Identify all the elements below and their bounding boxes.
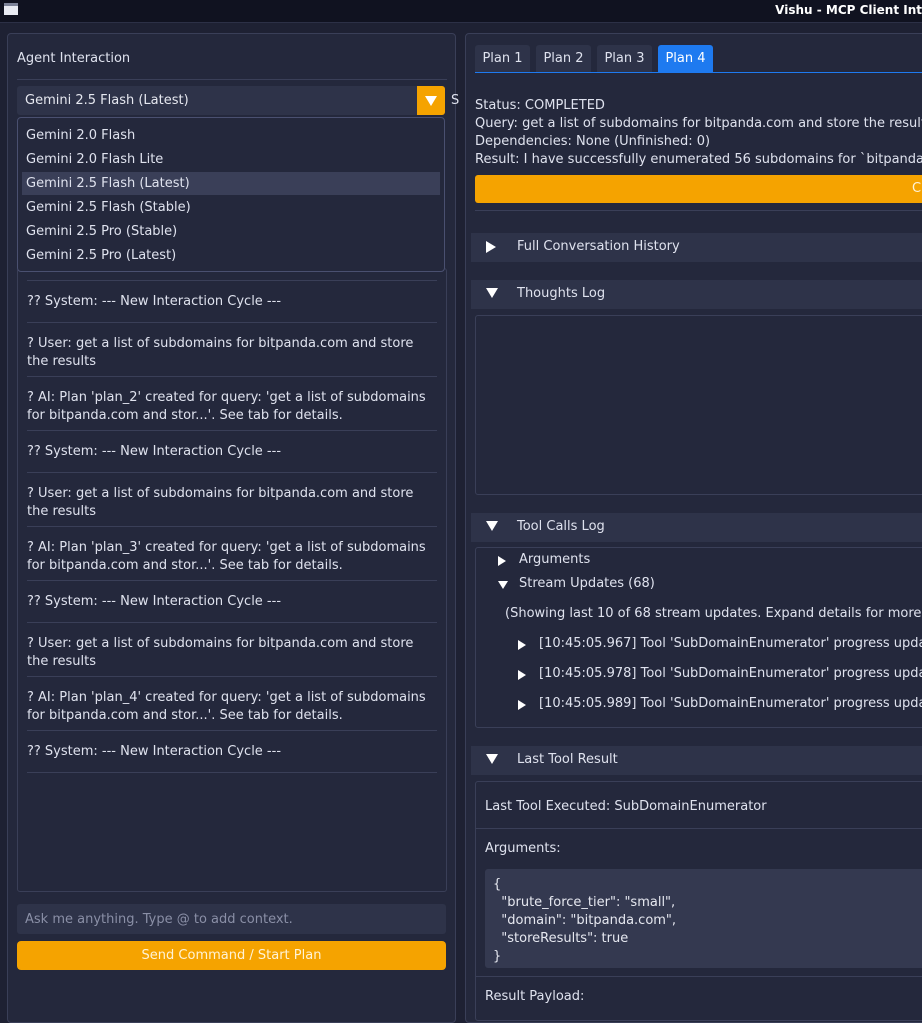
panel-title: Agent Interaction xyxy=(17,51,131,66)
triangle-right-icon xyxy=(486,241,496,253)
stream-update-item[interactable]: [10:45:05.978] Tool 'SubDomainEnumerator… xyxy=(518,666,922,681)
divider xyxy=(475,210,922,211)
chevron-down-icon xyxy=(425,96,437,106)
tab-plan-3[interactable]: Plan 3 xyxy=(597,45,652,73)
chat-message: ? AI: Plan 'plan_2' created for query: '… xyxy=(27,390,426,423)
dropdown-option[interactable]: Gemini 2.5 Pro (Latest) xyxy=(22,244,440,267)
section-label: Thoughts Log xyxy=(517,286,606,301)
window-title: Vishu - MCP Client Int xyxy=(775,3,922,17)
message-divider xyxy=(27,322,437,323)
message-divider xyxy=(27,472,437,473)
code-line: "brute_force_tier": "small", xyxy=(493,895,676,910)
result-payload-label: Result Payload: xyxy=(485,989,585,1004)
triangle-right-icon xyxy=(518,670,526,680)
divider xyxy=(476,828,922,829)
app-window-icon xyxy=(4,3,18,15)
chat-message: ? User: get a list of subdomains for bit… xyxy=(27,486,414,519)
tab-plan-4[interactable]: Plan 4 xyxy=(658,45,713,73)
message-divider xyxy=(27,676,437,677)
tree-node-arguments[interactable]: Arguments xyxy=(498,552,590,567)
plan-query: Query: get a list of subdomains for bitp… xyxy=(475,116,922,131)
tree-node-label: Arguments xyxy=(519,552,591,567)
message-divider xyxy=(27,622,437,623)
message-divider xyxy=(27,580,437,581)
tree-node-stream-updates[interactable]: Stream Updates (68) xyxy=(498,576,655,591)
triangle-right-icon xyxy=(518,700,526,710)
stream-update-item[interactable]: [10:45:05.989] Tool 'SubDomainEnumerator… xyxy=(518,696,922,711)
triangle-down-icon xyxy=(486,754,498,764)
section-label: Tool Calls Log xyxy=(517,519,605,534)
section-header-last-result[interactable]: Last Tool Result xyxy=(471,746,922,775)
chat-message: ? User: get a list of subdomains for bit… xyxy=(27,636,414,669)
section-label: Full Conversation History xyxy=(517,239,680,254)
stream-updates-note: (Showing last 10 of 68 stream updates. E… xyxy=(505,606,922,621)
triangle-down-icon xyxy=(486,521,498,531)
divider xyxy=(17,79,447,80)
message-divider xyxy=(27,430,437,431)
divider xyxy=(476,976,922,977)
stream-update-label: [10:45:05.978] Tool 'SubDomainEnumerator… xyxy=(539,666,922,681)
message-divider xyxy=(27,376,437,377)
section-label: Last Tool Result xyxy=(517,752,618,767)
model-dropdown-list: Gemini 2.0 Flash Gemini 2.0 Flash Lite G… xyxy=(17,117,445,272)
tree-node-label: Stream Updates (68) xyxy=(519,576,655,591)
dropdown-option[interactable]: Gemini 2.5 Pro (Stable) xyxy=(22,220,440,243)
code-line: { xyxy=(493,877,502,892)
chat-message: ? AI: Plan 'plan_4' created for query: '… xyxy=(27,690,426,723)
chat-message: ?? System: --- New Interaction Cycle --- xyxy=(27,444,282,459)
clear-button[interactable]: C xyxy=(475,175,922,203)
section-header-tool-calls[interactable]: Tool Calls Log xyxy=(471,513,922,542)
dropdown-option[interactable]: Gemini 2.0 Flash Lite xyxy=(22,148,440,171)
chat-message: ? User: get a list of subdomains for bit… xyxy=(27,336,414,369)
stream-update-item[interactable]: [10:45:05.967] Tool 'SubDomainEnumerator… xyxy=(518,636,922,651)
tab-underline xyxy=(475,72,922,73)
message-divider xyxy=(27,772,437,773)
tab-plan-2[interactable]: Plan 2 xyxy=(536,45,591,73)
message-divider xyxy=(27,526,437,527)
stream-update-label: [10:45:05.989] Tool 'SubDomainEnumerator… xyxy=(539,696,922,711)
model-select-value: Gemini 2.5 Flash (Latest) xyxy=(25,93,189,108)
triangle-right-icon xyxy=(518,640,526,650)
triangle-down-icon xyxy=(498,581,508,589)
plan-result: Result: I have successfully enumerated 5… xyxy=(475,152,922,167)
chat-message: ?? System: --- New Interaction Cycle --- xyxy=(27,744,282,759)
triangle-down-icon xyxy=(486,288,498,298)
stream-update-label: [10:45:05.967] Tool 'SubDomainEnumerator… xyxy=(539,636,922,651)
dropdown-arrow-button[interactable] xyxy=(417,86,445,115)
dropdown-option[interactable]: Gemini 2.0 Flash xyxy=(22,124,440,147)
dropdown-option[interactable]: Gemini 2.5 Flash (Stable) xyxy=(22,196,440,219)
truncated-label: S xyxy=(451,93,460,108)
chat-message: ?? System: --- New Interaction Cycle --- xyxy=(27,294,282,309)
triangle-right-icon xyxy=(498,556,506,566)
message-divider xyxy=(27,280,437,281)
chat-message: ? AI: Plan 'plan_3' created for query: '… xyxy=(27,540,426,573)
thoughts-log-box[interactable] xyxy=(475,315,922,495)
section-header-thoughts[interactable]: Thoughts Log xyxy=(471,280,922,309)
clear-button-label: C xyxy=(912,181,922,196)
chat-input[interactable] xyxy=(17,904,446,934)
message-divider xyxy=(27,730,437,731)
last-tool-executed: Last Tool Executed: SubDomainEnumerator xyxy=(485,799,767,814)
plan-status: Status: COMPLETED xyxy=(475,98,605,113)
code-line: "domain": "bitpanda.com", xyxy=(493,913,677,928)
send-command-button[interactable]: Send Command / Start Plan xyxy=(17,941,446,970)
dropdown-option-selected[interactable]: Gemini 2.5 Flash (Latest) xyxy=(22,172,440,195)
code-line: } xyxy=(493,949,502,964)
chat-message: ?? System: --- New Interaction Cycle --- xyxy=(27,594,282,609)
tab-plan-1[interactable]: Plan 1 xyxy=(475,45,530,73)
arguments-label: Arguments: xyxy=(485,841,561,856)
section-header-history[interactable]: Full Conversation History xyxy=(471,233,922,262)
plan-dependencies: Dependencies: None (Unfinished: 0) xyxy=(475,134,711,149)
code-line: "storeResults": true xyxy=(493,931,629,946)
